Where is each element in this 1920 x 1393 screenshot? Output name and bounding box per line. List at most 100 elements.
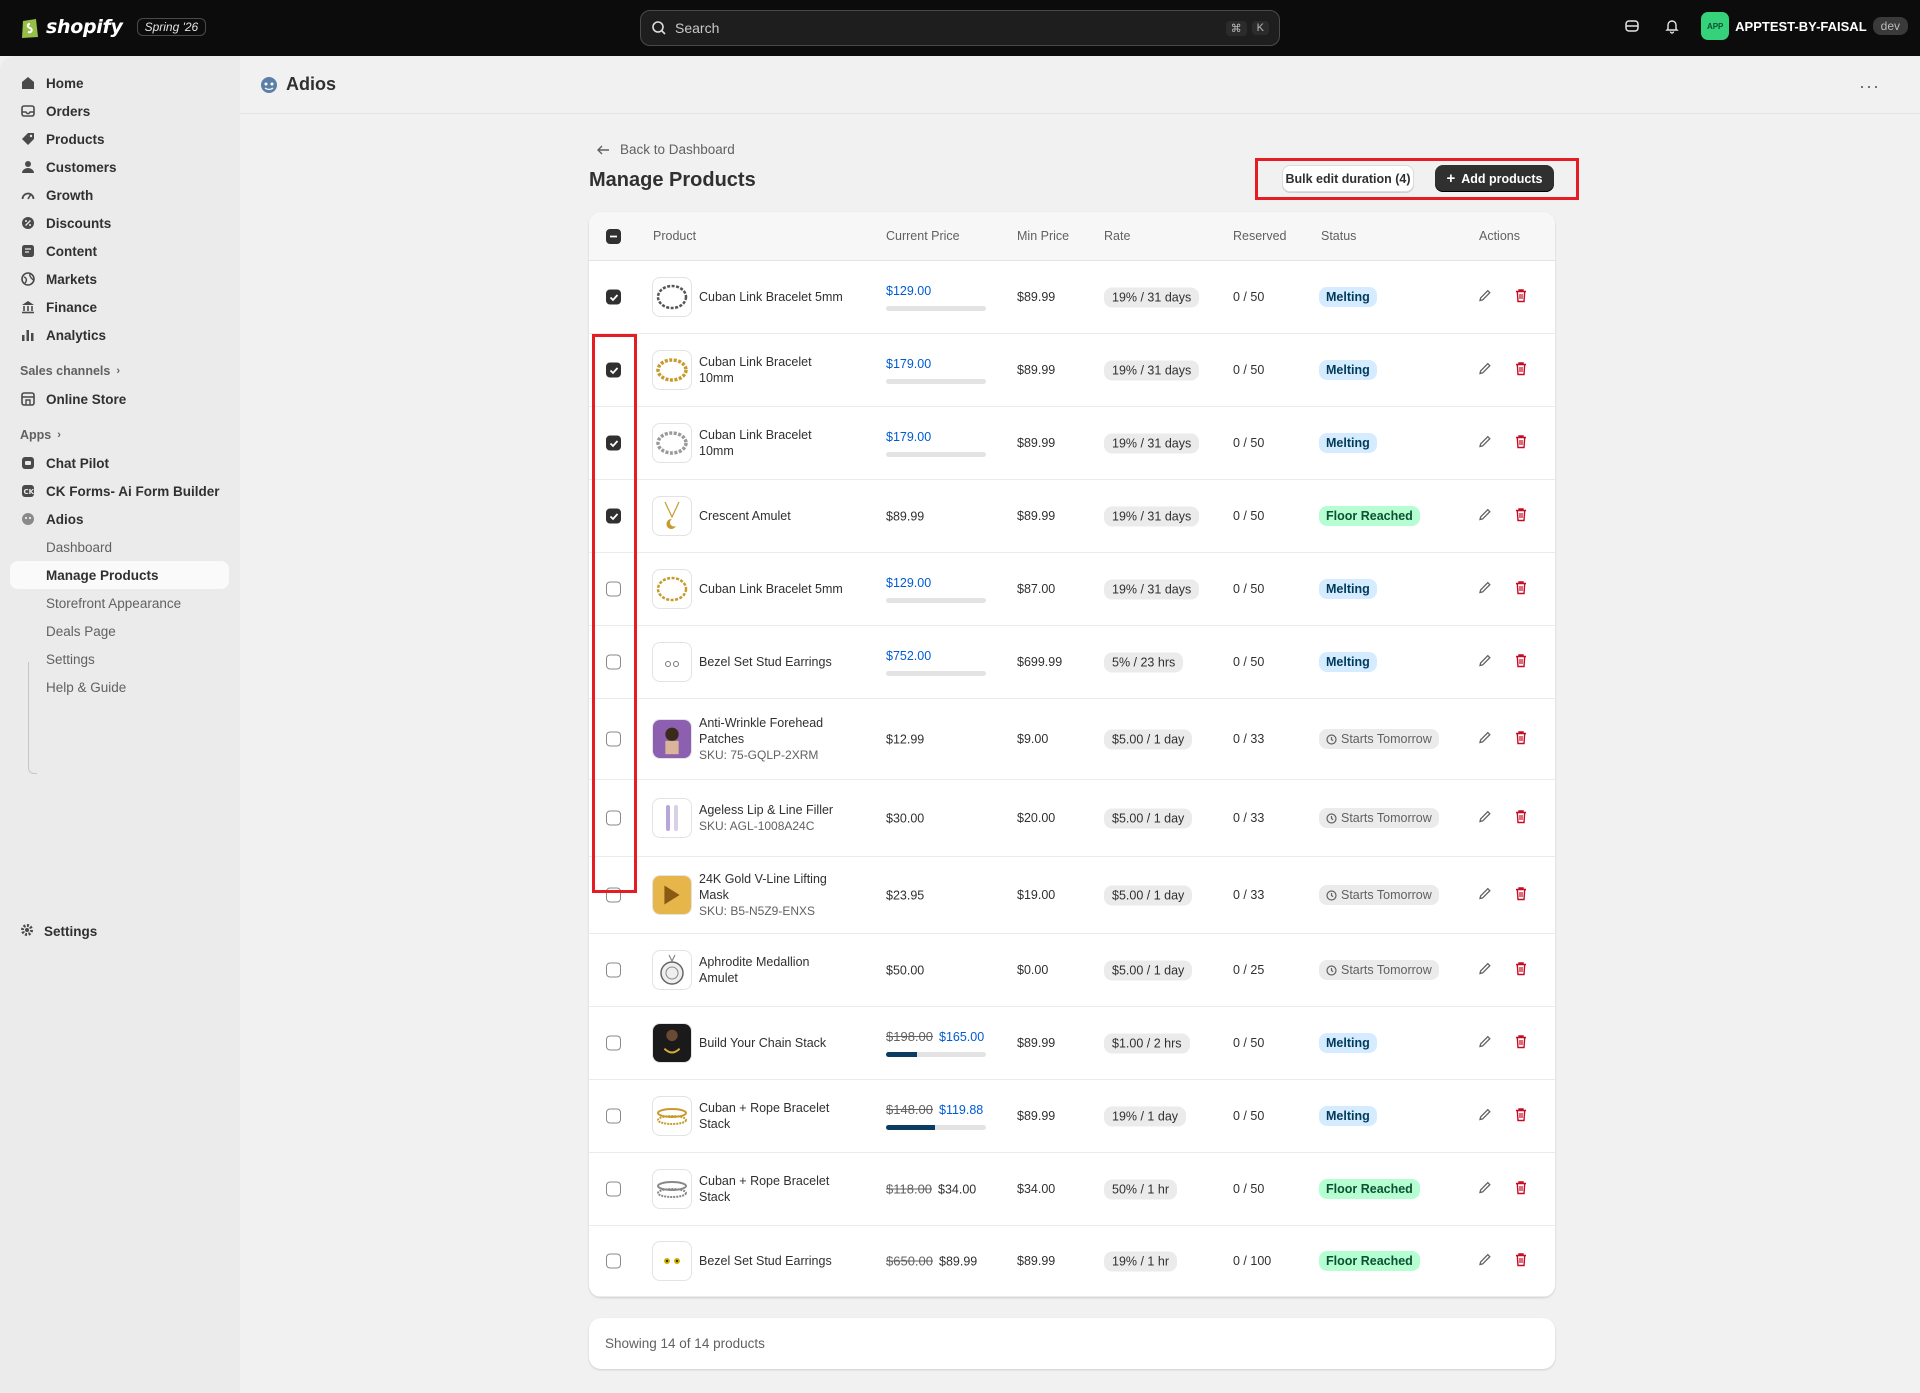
row-checkbox[interactable] [606, 289, 621, 305]
header-current-price[interactable]: Current Price [886, 229, 960, 243]
delete-button[interactable] [1513, 730, 1529, 749]
product-info[interactable]: Anti-Wrinkle Forehead Patches SKU: 75-GQL… [699, 715, 849, 763]
sidebar-item-finance[interactable]: Finance [10, 293, 229, 321]
store-menu[interactable]: APP APPTEST-BY-FAISAL dev [1701, 12, 1908, 40]
delete-button[interactable] [1513, 886, 1529, 905]
back-to-dashboard-link[interactable]: Back to Dashboard [596, 142, 735, 157]
sidebar-item-analytics[interactable]: Analytics [10, 321, 229, 349]
edit-button[interactable] [1477, 730, 1493, 749]
header-reserved[interactable]: Reserved [1233, 229, 1287, 243]
more-actions-button[interactable]: ··· [1859, 76, 1880, 97]
sidebar-item-products[interactable]: Products [10, 125, 229, 153]
table-row[interactable]: Bezel Set Stud Earrings $650.00 $89.99 $89.… [589, 1226, 1555, 1297]
sidebar-sub-storefront-appearance[interactable]: Storefront Appearance [10, 589, 229, 617]
delete-button[interactable] [1513, 809, 1529, 828]
header-min-price[interactable]: Min Price [1017, 229, 1069, 243]
sidebar-item-online-store[interactable]: Online Store [10, 385, 229, 413]
delete-button[interactable] [1513, 653, 1529, 672]
row-checkbox[interactable] [606, 1108, 621, 1124]
delete-button[interactable] [1513, 288, 1529, 307]
product-info[interactable]: Cuban Link Bracelet 5mm [699, 289, 849, 305]
table-row[interactable]: Aphrodite Medallion Amulet $50.00 $0.00 $5.… [589, 934, 1555, 1007]
select-all-checkbox[interactable] [606, 229, 621, 244]
table-row[interactable]: Cuban Link Bracelet 5mm $129.00 $87.00 19% … [589, 553, 1555, 626]
row-checkbox[interactable] [606, 962, 621, 978]
shopify-logo[interactable]: shopify Spring '26 [20, 15, 207, 39]
table-row[interactable]: Bezel Set Stud Earrings $752.00 $699.99 5% … [589, 626, 1555, 699]
edit-button[interactable] [1477, 886, 1493, 905]
table-row[interactable]: Cuban + Rope Bracelet Stack $118.00 $34.00… [589, 1153, 1555, 1226]
table-row[interactable]: Ageless Lip & Line Filler SKU: AGL-1008A2… [589, 780, 1555, 857]
search-bar[interactable]: ⌘ K [640, 10, 1280, 46]
bulk-edit-duration-button[interactable]: Bulk edit duration (4) [1282, 165, 1414, 192]
product-info[interactable]: Bezel Set Stud Earrings [699, 654, 849, 670]
delete-button[interactable] [1513, 361, 1529, 380]
product-info[interactable]: 24K Gold V-Line Lifting Mask SKU: B5-N5Z9… [699, 871, 849, 919]
header-status[interactable]: Status [1321, 229, 1356, 243]
product-info[interactable]: Cuban + Rope Bracelet Stack [699, 1100, 849, 1132]
product-info[interactable]: Cuban Link Bracelet 10mm [699, 354, 849, 386]
header-rate[interactable]: Rate [1104, 229, 1130, 243]
row-checkbox[interactable] [606, 1181, 621, 1197]
search-input[interactable] [675, 20, 1221, 36]
table-row[interactable]: Anti-Wrinkle Forehead Patches SKU: 75-GQL… [589, 699, 1555, 780]
row-checkbox[interactable] [606, 1253, 621, 1269]
sidebar-item-ck-forms[interactable]: CK CK Forms- Ai Form Builder [10, 477, 229, 505]
bell-icon[interactable] [1661, 15, 1683, 37]
sales-channels-header[interactable]: Sales channels › [10, 357, 229, 385]
add-products-button[interactable]: + Add products [1435, 165, 1554, 192]
product-info[interactable]: Cuban + Rope Bracelet Stack [699, 1173, 849, 1205]
edit-button[interactable] [1477, 507, 1493, 526]
table-row[interactable]: Cuban Link Bracelet 5mm $129.00 $89.99 19% … [589, 261, 1555, 334]
edit-button[interactable] [1477, 653, 1493, 672]
sidebar-item-adios[interactable]: Adios [10, 505, 229, 533]
delete-button[interactable] [1513, 1180, 1529, 1199]
edit-button[interactable] [1477, 1252, 1493, 1271]
sidebar-sub-manage-products[interactable]: Manage Products [10, 561, 229, 589]
app-switcher-icon[interactable] [1621, 15, 1643, 37]
sidebar-item-markets[interactable]: Markets [10, 265, 229, 293]
table-row[interactable]: Cuban + Rope Bracelet Stack $148.00 $119.8… [589, 1080, 1555, 1153]
sidebar-sub-settings[interactable]: Settings [10, 645, 229, 673]
product-info[interactable]: Bezel Set Stud Earrings [699, 1253, 849, 1269]
delete-button[interactable] [1513, 1252, 1529, 1271]
product-info[interactable]: Cuban Link Bracelet 10mm [699, 427, 849, 459]
product-info[interactable]: Cuban Link Bracelet 5mm [699, 581, 849, 597]
delete-button[interactable] [1513, 434, 1529, 453]
table-row[interactable]: Build Your Chain Stack $198.00 $165.00 $89.… [589, 1007, 1555, 1080]
product-info[interactable]: Crescent Amulet [699, 508, 849, 524]
delete-button[interactable] [1513, 507, 1529, 526]
edit-button[interactable] [1477, 580, 1493, 599]
apps-header[interactable]: Apps › [10, 421, 229, 449]
table-row[interactable]: Crescent Amulet $89.99 $89.99 19% / 31 days… [589, 480, 1555, 553]
edit-button[interactable] [1477, 361, 1493, 380]
row-checkbox[interactable] [606, 1035, 621, 1051]
delete-button[interactable] [1513, 1107, 1529, 1126]
delete-button[interactable] [1513, 1034, 1529, 1053]
edit-button[interactable] [1477, 288, 1493, 307]
sidebar-settings[interactable]: Settings [20, 923, 97, 940]
header-product[interactable]: Product [653, 229, 696, 243]
table-row[interactable]: 24K Gold V-Line Lifting Mask SKU: B5-N5Z9… [589, 857, 1555, 934]
product-info[interactable]: Aphrodite Medallion Amulet [699, 954, 849, 986]
table-row[interactable]: Cuban Link Bracelet 10mm $179.00 $89.99 19%… [589, 334, 1555, 407]
sidebar-item-home[interactable]: Home [10, 69, 229, 97]
sidebar-item-customers[interactable]: Customers [10, 153, 229, 181]
sidebar-item-growth[interactable]: Growth [10, 181, 229, 209]
sidebar-item-orders[interactable]: Orders [10, 97, 229, 125]
edit-button[interactable] [1477, 434, 1493, 453]
sidebar-item-discounts[interactable]: Discounts [10, 209, 229, 237]
product-info[interactable]: Ageless Lip & Line Filler SKU: AGL-1008A2… [699, 802, 849, 834]
edit-button[interactable] [1477, 1034, 1493, 1053]
edit-button[interactable] [1477, 809, 1493, 828]
sidebar-item-chat-pilot[interactable]: Chat Pilot [10, 449, 229, 477]
product-info[interactable]: Build Your Chain Stack [699, 1035, 849, 1051]
sidebar-sub-deals-page[interactable]: Deals Page [10, 617, 229, 645]
edit-button[interactable] [1477, 1180, 1493, 1199]
table-row[interactable]: Cuban Link Bracelet 10mm $179.00 $89.99 19%… [589, 407, 1555, 480]
edit-button[interactable] [1477, 1107, 1493, 1126]
delete-button[interactable] [1513, 580, 1529, 599]
delete-button[interactable] [1513, 961, 1529, 980]
sidebar-item-content[interactable]: Content [10, 237, 229, 265]
sidebar-sub-dashboard[interactable]: Dashboard [10, 533, 229, 561]
